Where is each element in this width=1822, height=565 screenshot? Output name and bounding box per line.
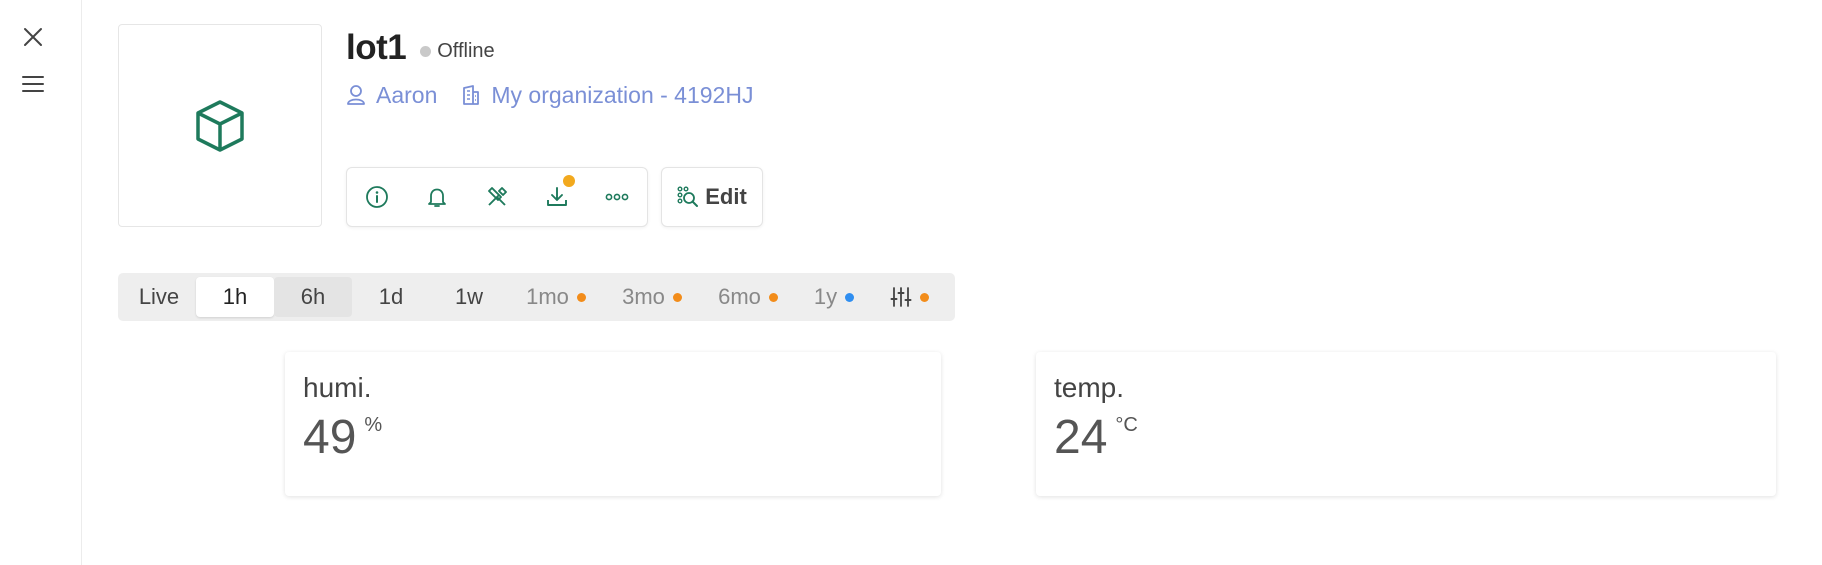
download-button[interactable] (527, 168, 587, 226)
metric-value: 24 (1054, 411, 1108, 464)
range-label: 1mo (526, 284, 569, 309)
metric-unit: % (364, 414, 383, 436)
building-icon (463, 85, 480, 105)
cube-icon (196, 99, 244, 152)
edit-icon (677, 186, 699, 207)
range-6mo[interactable]: 6mo (700, 277, 796, 317)
device-name: lot1 (346, 28, 407, 67)
notification-dot (563, 175, 575, 187)
year-dot (845, 292, 855, 302)
time-range-selector: Live 1h 6h 1d 1w 1mo 3mo 6mo 1y (118, 273, 955, 321)
alerts-button[interactable] (407, 168, 467, 226)
range-1w[interactable]: 1w (430, 277, 508, 317)
device-toolbar (346, 167, 648, 227)
owner-name: Aaron (376, 81, 438, 108)
range-custom[interactable] (872, 277, 946, 317)
tools-icon (488, 187, 507, 206)
owner-link[interactable]: Aaron (346, 82, 437, 109)
status-dot (420, 45, 432, 57)
organization-name: My organization - 4192HJ (491, 81, 754, 108)
premium-dot (576, 292, 586, 302)
edit-button[interactable]: Edit (661, 167, 763, 227)
metric-value-row: 24 °C (1054, 414, 1758, 462)
device-meta: Aaron My organization - 4192HJ (346, 80, 753, 110)
sidebar (0, 0, 82, 565)
menu-button[interactable] (20, 71, 46, 97)
metric-unit: °C (1115, 414, 1138, 436)
more-button[interactable] (587, 168, 647, 226)
device-thumbnail (118, 24, 322, 227)
metric-label: humi. (303, 372, 372, 403)
hamburger-menu-icon (22, 76, 44, 92)
range-label: 1h (222, 284, 248, 309)
premium-dot (768, 292, 778, 302)
download-icon (547, 187, 567, 206)
user-icon (347, 85, 365, 105)
range-1d[interactable]: 1d (352, 277, 430, 317)
metric-card-humidity: humi. 49 % (285, 352, 941, 496)
premium-dot (672, 292, 682, 302)
range-label: 6h (300, 284, 326, 309)
maintenance-button[interactable] (467, 168, 527, 226)
premium-dot (919, 292, 929, 302)
range-label: 1w (454, 284, 484, 309)
info-button[interactable] (347, 168, 407, 226)
range-label: 1d (378, 284, 404, 309)
metric-card-temperature: temp. 24 °C (1036, 352, 1776, 496)
metric-value: 49 (303, 411, 357, 464)
range-1y[interactable]: 1y (796, 277, 872, 317)
range-1mo[interactable]: 1mo (508, 277, 604, 317)
range-6h[interactable]: 6h (274, 277, 352, 317)
device-header: lot1 Offline (346, 26, 495, 70)
range-label: 6mo (718, 284, 761, 309)
info-icon (366, 186, 388, 208)
range-1h[interactable]: 1h (196, 277, 274, 317)
range-live[interactable]: Live (122, 277, 196, 317)
status-text: Offline (437, 39, 495, 62)
edit-label: Edit (705, 184, 747, 209)
range-label: 3mo (622, 284, 665, 309)
metric-value-row: 49 % (303, 414, 923, 462)
organization-link[interactable]: My organization - 4192HJ (461, 82, 753, 109)
range-label: 1y (813, 284, 838, 309)
status-badge: Offline (420, 39, 495, 63)
range-label: Live (138, 284, 180, 309)
bell-icon (428, 188, 446, 207)
more-icon (605, 193, 629, 201)
sliders-icon (890, 287, 911, 307)
close-button[interactable] (20, 24, 46, 50)
range-3mo[interactable]: 3mo (604, 277, 700, 317)
metric-label: temp. (1054, 372, 1125, 403)
close-icon (24, 28, 42, 46)
